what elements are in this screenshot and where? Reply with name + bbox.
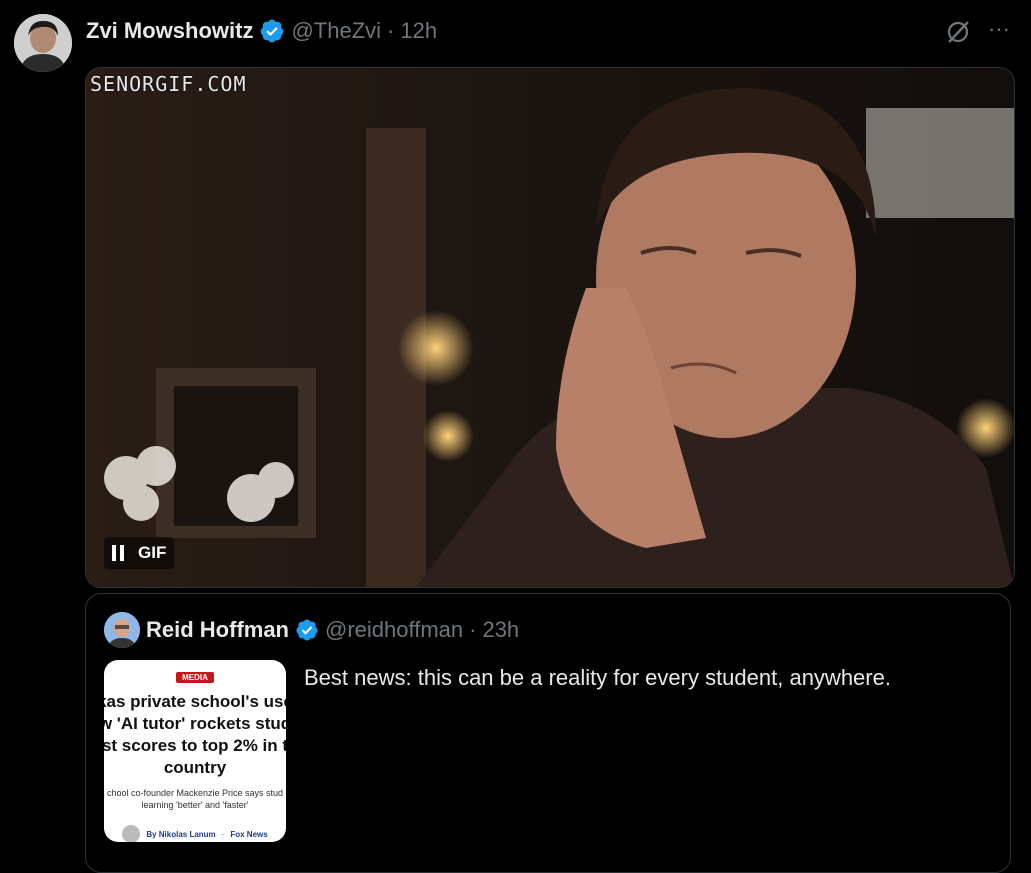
separator-dot: ·: [469, 617, 477, 642]
article-byline: By Nikolas Lanum · Fox News: [104, 825, 286, 842]
quoted-tweet-header: Reid Hoffman @reidhoffman · 23h: [146, 614, 519, 646]
verified-badge-icon: [295, 618, 319, 642]
quoted-author-handle[interactable]: @reidhoffman: [325, 617, 463, 643]
quoted-tweet-text: Best news: this can be a reality for eve…: [304, 665, 891, 690]
gif-watermark: SENORGIF.COM: [90, 72, 247, 96]
byline-avatar: [122, 825, 141, 842]
gif-media[interactable]: SENORGIF.COM GIF: [85, 67, 1015, 588]
more-icon[interactable]: ···: [984, 18, 1014, 46]
gif-frame: [86, 68, 1014, 587]
media-badge: MEDIA: [176, 672, 214, 683]
gif-badge: GIF: [138, 543, 167, 562]
tweet-time[interactable]: 12h: [400, 18, 437, 44]
quoted-tweet-time[interactable]: 23h: [482, 617, 519, 643]
pause-icon[interactable]: [112, 545, 124, 561]
author-name[interactable]: Zvi Mowshowitz: [86, 18, 253, 44]
quoted-tweet[interactable]: Reid Hoffman @reidhoffman · 23h MEDIA ka…: [85, 593, 1011, 873]
headline-line: w 'AI tutor' rockets stud: [104, 714, 286, 733]
byline-author: By Nikolas Lanum: [146, 829, 216, 839]
article-thumbnail[interactable]: MEDIA kas private school's use w 'AI tut…: [104, 660, 286, 842]
subhead-line: learning 'better' and 'faster': [141, 800, 249, 810]
author-avatar[interactable]: [14, 14, 72, 72]
byline-outlet: Fox News: [230, 829, 268, 839]
headline-line: kas private school's use: [104, 692, 286, 711]
headline-line: country: [163, 758, 227, 777]
quoted-author-avatar[interactable]: [104, 612, 140, 648]
article-subhead: chool co-founder Mackenzie Price says st…: [104, 787, 286, 811]
author-handle[interactable]: @TheZvi: [291, 18, 381, 44]
grok-icon[interactable]: [944, 18, 972, 46]
article-headline: kas private school's use w 'AI tutor' ro…: [104, 691, 286, 779]
gif-controls: GIF: [104, 537, 175, 569]
verified-badge-icon: [259, 18, 285, 44]
tweet-header: Zvi Mowshowitz @TheZvi · 12h: [86, 14, 437, 48]
quoted-author-name[interactable]: Reid Hoffman: [146, 617, 289, 643]
byline-separator: ·: [221, 829, 225, 839]
headline-line: st scores to top 2% in t: [104, 736, 286, 755]
subhead-line: chool co-founder Mackenzie Price says st…: [106, 788, 284, 798]
separator-dot: ·: [387, 18, 395, 43]
